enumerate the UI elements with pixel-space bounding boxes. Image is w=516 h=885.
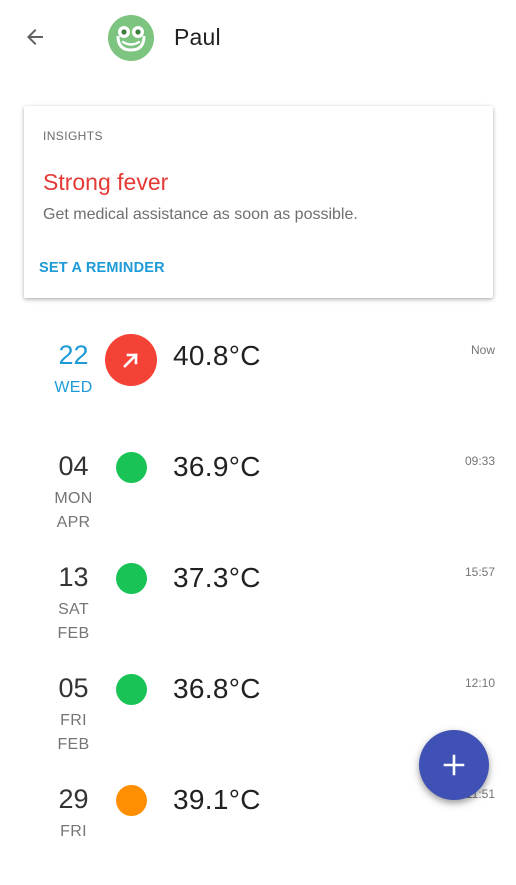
reading-day: 29	[58, 784, 89, 814]
reading-day: 04	[58, 451, 89, 481]
high-fever-indicator	[105, 334, 157, 386]
temperature-value: 40.8°C	[173, 340, 261, 371]
frog-face-icon	[116, 26, 146, 52]
reading-weekday: MON	[54, 490, 93, 507]
reading-time: Now	[470, 343, 495, 357]
app-bar: Paul	[0, 0, 516, 76]
fever-status-indicator	[116, 785, 147, 816]
reading-weekday: FRI	[60, 712, 87, 729]
temperature-value: 39.1°C	[173, 784, 261, 815]
insights-card: INSIGHTS Strong fever Get medical assist…	[24, 106, 493, 298]
reading-row[interactable]: 04 MON APR 36.9°C 09:33	[0, 441, 516, 552]
reading-month: FEB	[57, 736, 90, 753]
insights-body: Get medical assistance as soon as possib…	[43, 206, 358, 223]
reading-month: APR	[56, 514, 91, 531]
temperature-value: 36.8°C	[173, 673, 261, 704]
reading-row[interactable]: 13 SAT FEB 37.3°C 15:57	[0, 552, 516, 663]
reading-day: 13	[58, 562, 89, 592]
reading-day: 05	[58, 673, 89, 703]
arrow-up-right-icon	[123, 353, 138, 368]
temperature-value: 36.9°C	[173, 451, 261, 482]
insights-title: Strong fever	[43, 169, 169, 195]
reading-row[interactable]: 22 WED 40.8°C Now	[0, 330, 516, 441]
set-reminder-button[interactable]: SET A REMINDER	[39, 260, 165, 276]
avatar[interactable]	[108, 15, 154, 61]
normal-status-indicator	[116, 674, 147, 705]
reading-time: 09:33	[464, 454, 495, 468]
reading-day: 22	[58, 340, 89, 370]
reading-weekday: FRI	[60, 823, 87, 840]
reading-weekday: SAT	[58, 601, 89, 618]
normal-status-indicator	[116, 563, 147, 594]
reading-weekday: WED	[54, 379, 93, 396]
back-button[interactable]	[20, 22, 50, 52]
reading-time: 15:57	[464, 565, 495, 579]
insights-header: INSIGHTS	[43, 129, 103, 143]
reading-month: FEB	[57, 625, 90, 642]
user-name: Paul	[174, 24, 221, 50]
temperature-value: 37.3°C	[173, 562, 261, 593]
plus-icon	[443, 754, 465, 776]
add-reading-button[interactable]	[419, 730, 489, 800]
normal-status-indicator	[116, 452, 147, 483]
arrow-left-icon	[27, 29, 43, 45]
reading-time: 12:10	[464, 676, 495, 690]
